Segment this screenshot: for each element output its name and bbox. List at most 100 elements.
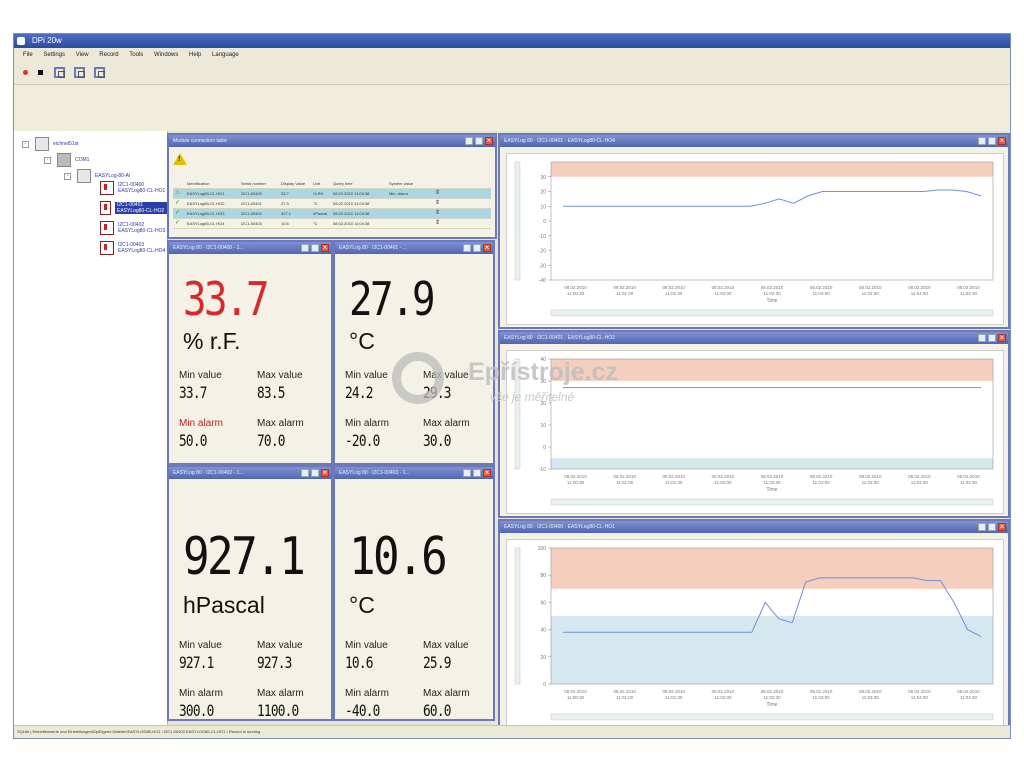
menu-tools[interactable]: Tools [129,52,143,58]
close-icon[interactable] [483,469,491,477]
x-tick-label: 08.02.2010 [957,689,980,694]
close-icon[interactable] [483,244,491,252]
close-icon[interactable] [485,137,493,145]
menu-record[interactable]: Record [99,52,118,58]
y-axis-scrollbar[interactable] [514,161,521,281]
minimize-icon[interactable] [463,469,471,477]
module-table-window[interactable]: Module connection table Identification Se… [167,133,497,239]
unit-label: °C [349,592,375,618]
scroll-arrows-icon: ⇕ [435,210,441,216]
menu-windows[interactable]: Windows [154,52,178,58]
min-alarm-label: Min alarm [179,688,223,699]
check-icon: ✓ [175,200,181,206]
expand-icon[interactable]: - [44,156,51,164]
close-icon[interactable] [998,137,1006,145]
chart-panel: 0 20 40 60 80 100 08.02.2010 11:00:30 08.02.2010… [506,539,1004,729]
stop-icon[interactable] [35,67,46,78]
y-tick-label: -30 [539,263,546,269]
minimize-icon[interactable] [978,334,986,342]
device-icon [77,169,91,183]
unit-label: °C [349,328,375,354]
expand-icon[interactable]: - [64,172,71,180]
toolbar-area [14,85,1010,131]
tree-item[interactable]: I2C1-00400 EASYLog80-CL-HO1 [100,181,166,195]
menu-settings[interactable]: Settings [43,52,65,58]
maximize-icon[interactable] [311,244,319,252]
window-icon[interactable] [54,67,65,78]
device-tree: - eichnet51st - COM1 - EASYLog-80-Al I2C1-0040… [14,131,168,726]
tree-item[interactable]: I2C1-00402 EASYLog80-CL-HO3 [100,221,166,235]
x-tick-label: 08.02.2010 [761,474,784,479]
min-value-label: Min value [345,640,388,651]
minimize-icon[interactable] [978,523,986,531]
minimize-icon[interactable] [301,469,309,477]
time-scrollbar[interactable] [550,498,994,506]
maximize-icon[interactable] [475,137,483,145]
x-tick-label: 11:04:00 [911,480,929,485]
time-scrollbar[interactable] [550,713,994,721]
menu-file[interactable]: File [23,52,33,58]
window-body: Identification Serial number Display Value… [169,147,495,237]
scroll-arrows-icon: ⇕ [435,220,441,226]
close-icon[interactable] [998,334,1006,342]
menu-help[interactable]: Help [189,52,201,58]
table-row[interactable]: ✓ EASYLog80-CL HO2 I2C1-00401 27.9 °C 08.02.2… [173,199,491,209]
maximize-icon[interactable] [473,244,481,252]
tree-item[interactable]: I2C1-00403 EASYLog80-CL-HO4 [100,241,166,255]
minimize-icon[interactable] [301,244,309,252]
table-row[interactable]: ⚠ EASYLog80-CL HO1 I2C1-00400 33.7 % RH 08.02… [173,189,491,199]
maximize-icon[interactable] [473,469,481,477]
window-icon[interactable] [94,67,105,78]
x-tick-label: 08.02.2010 [761,689,784,694]
value-display-window[interactable]: EASYLog 80 · I2C1-00403 - 1...10.6°CMin … [333,465,495,721]
minimize-icon[interactable] [463,244,471,252]
app-title: DPi 20w [32,36,62,45]
record-icon[interactable] [20,67,31,78]
column-header: Serial number [241,181,266,186]
x-tick-label: 11:01:00 [616,291,634,296]
table-cell: I2C1-00400 [241,191,262,196]
watermark-subtitle: vše je měřitelné [490,390,575,404]
tree-item[interactable]: - COM1 [44,153,89,167]
minimize-icon[interactable] [465,137,473,145]
current-value: 927.1 [183,527,306,587]
menu-view[interactable]: View [76,52,89,58]
max-value: 927.3 [257,653,292,672]
tree-item[interactable]: - eichnet51st [22,137,79,151]
window-icon[interactable] [74,67,85,78]
min-alarm: 50.0 [179,431,207,450]
chart-window[interactable]: EASYLog 80 · I2C1-00400 · EASYLog80-CL-H… [498,519,1010,733]
time-scrollbar[interactable] [550,309,994,317]
sensor-icon [100,241,114,255]
y-tick-label: 20 [540,655,546,661]
x-axis-label: Time [767,487,778,493]
y-axis-scrollbar[interactable] [514,547,521,685]
min-alarm-label: Min alarm [179,418,223,429]
close-icon[interactable] [321,469,329,477]
x-tick-label: 08.02.2010 [712,474,735,479]
min-alarm-label: Min alarm [345,688,389,699]
scroll-arrows-icon: ⇕ [435,200,441,206]
menu-language[interactable]: Language [212,52,239,58]
x-tick-label: 08.02.2010 [859,285,882,290]
x-tick-label: 08.02.2010 [908,285,931,290]
table-row[interactable]: ✓ EASYLog80-CL HO4 I2C1-00403 10.6 °C 08.02.2… [173,219,491,229]
table-row[interactable]: ✓ EASYLog80-CL HO3 I2C1-00402 927.1 hPascal 0… [173,209,491,219]
table-cell: 33.7 [281,191,289,196]
maximize-icon[interactable] [988,137,996,145]
maximize-icon[interactable] [988,334,996,342]
maximize-icon[interactable] [988,523,996,531]
check-icon: ✓ [175,210,181,216]
chart-window[interactable]: EASYLog 80 · I2C1-00401 · EASYLog80-CL-H… [498,133,1010,329]
close-icon[interactable] [321,244,329,252]
value-display-window[interactable]: EASYLog 80 · I2C1-00402 - 1...927.1hPasc… [167,465,333,721]
maximize-icon[interactable] [311,469,319,477]
tree-item[interactable]: I2C1-00401 EASYLog80-CL-HO2 [100,201,167,215]
expand-icon[interactable]: - [22,140,29,148]
close-icon[interactable] [998,523,1006,531]
y-tick-label: -10 [539,234,546,240]
value-display-window[interactable]: EASYLog 80 · I2C1-00400 - 1...33.7% r.F.… [167,240,333,465]
column-header: Display Value [281,181,306,186]
unit-label: hPascal [183,592,265,618]
minimize-icon[interactable] [978,137,986,145]
